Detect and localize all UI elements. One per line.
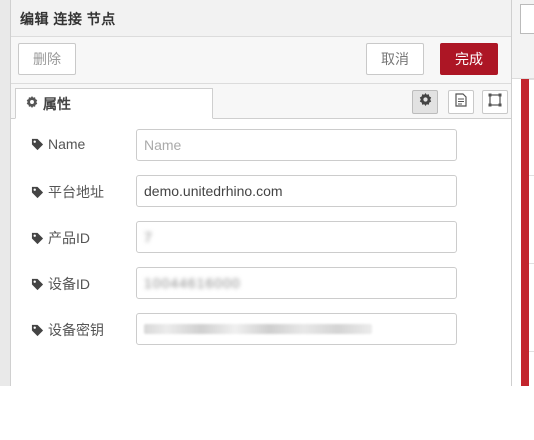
field-label: 设备密钥	[31, 320, 104, 340]
device-id-value: 10044616000	[144, 275, 241, 291]
node-properties-tab-button[interactable]	[412, 90, 438, 114]
tab-properties-label: 属性	[43, 95, 71, 112]
frame-icon	[488, 93, 502, 112]
form-row-platform-address: 平台地址 demo.unitedrhino.com	[31, 175, 471, 209]
field-label: 产品ID	[31, 228, 90, 248]
node-list-item[interactable]	[529, 351, 534, 440]
tag-icon	[31, 324, 44, 336]
name-input[interactable]: Name	[136, 129, 457, 161]
tag-icon	[31, 278, 44, 290]
node-list-item[interactable]	[529, 79, 534, 168]
product-id-value: 7	[144, 229, 153, 245]
tabs-bar: 属性	[11, 84, 511, 119]
form-row-device-id: 设备ID 10044616000	[31, 267, 471, 301]
edit-tray: 编辑 连接 节点 删除 取消 完成 属性 Name Name 平台地址 demo…	[11, 0, 512, 386]
form-row-device-secret: 设备密钥	[31, 313, 471, 347]
canvas-toolbar-edge	[520, 4, 534, 34]
gear-icon	[419, 93, 432, 111]
product-id-label: 产品ID	[48, 230, 90, 246]
node-list-item[interactable]	[529, 263, 534, 352]
name-label: Name	[48, 136, 86, 152]
form-row-name: Name Name	[31, 129, 471, 163]
document-icon	[455, 92, 467, 112]
platform-address-label: 平台地址	[48, 184, 104, 200]
description-tab-button[interactable]	[448, 90, 474, 114]
left-gutter	[0, 0, 11, 386]
tray-toolbar: 删除 取消 完成	[11, 37, 511, 84]
canvas-header-edge	[512, 0, 534, 79]
device-secret-label: 设备密钥	[48, 322, 104, 338]
node-column-edge	[521, 79, 529, 386]
node-list-item[interactable]	[529, 175, 534, 264]
delete-button[interactable]: 删除	[18, 43, 76, 75]
workspace-canvas-edge	[512, 0, 534, 440]
done-button[interactable]: 完成	[440, 43, 498, 75]
tag-icon	[31, 186, 44, 198]
redacted-secret-value	[144, 324, 372, 334]
product-id-input[interactable]: 7	[136, 221, 457, 253]
form-row-product-id: 产品ID 7	[31, 221, 471, 255]
appearance-tab-button[interactable]	[482, 90, 508, 114]
tab-properties[interactable]: 属性	[15, 88, 213, 119]
device-secret-input[interactable]	[136, 313, 457, 345]
platform-address-input[interactable]: demo.unitedrhino.com	[136, 175, 457, 207]
tray-title: 编辑 连接 节点	[20, 11, 116, 27]
tag-icon	[31, 232, 44, 244]
field-label: 设备ID	[31, 274, 90, 294]
field-label: Name	[31, 136, 85, 152]
tray-header: 编辑 连接 节点	[11, 0, 511, 37]
cancel-button[interactable]: 取消	[366, 43, 424, 75]
device-id-input[interactable]: 10044616000	[136, 267, 457, 299]
gear-icon	[26, 96, 38, 111]
field-label: 平台地址	[31, 182, 104, 202]
device-id-label: 设备ID	[48, 276, 90, 292]
tag-icon	[31, 138, 44, 150]
